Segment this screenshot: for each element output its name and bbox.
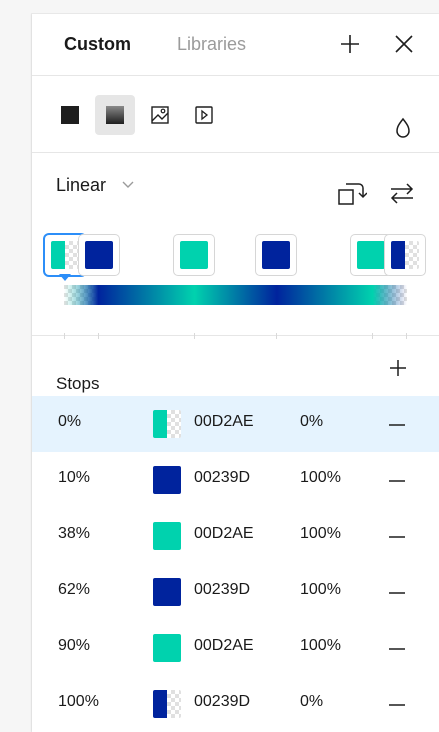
fill-picker-panel: Custom Libraries Linear Stops 0% 00D2AE …: [32, 14, 439, 732]
stop-hex-field[interactable]: 00D2AE: [194, 637, 254, 655]
image-fill-icon: [151, 106, 169, 124]
stop-position-field[interactable]: 38%: [58, 525, 90, 543]
stop-position-field[interactable]: 0%: [58, 413, 81, 431]
stop-position-field[interactable]: 62%: [58, 581, 90, 599]
add-stop-icon[interactable]: [387, 357, 409, 379]
fill-type-row: [32, 77, 439, 153]
gradient-fill-icon: [106, 106, 124, 124]
gradient-preview-bar[interactable]: [64, 285, 407, 305]
tab-custom[interactable]: Custom: [64, 34, 131, 54]
stop-color-swatch[interactable]: [153, 634, 181, 662]
remove-stop-icon[interactable]: [387, 415, 407, 435]
solid-fill-icon: [61, 106, 79, 124]
stop-hex-field[interactable]: 00239D: [194, 693, 250, 711]
selected-stop-pointer-icon: [59, 274, 71, 281]
gradient-type-dropdown[interactable]: Linear: [56, 174, 106, 196]
stop-tick: [98, 333, 99, 339]
image-fill-button[interactable]: [140, 95, 180, 135]
stop-color-swatch[interactable]: [153, 522, 181, 550]
solid-fill-button[interactable]: [50, 95, 90, 135]
stop-row[interactable]: 100% 00239D 0%: [32, 676, 439, 732]
stops-section-title: Stops: [56, 374, 100, 393]
stop-hex-field[interactable]: 00239D: [194, 469, 250, 487]
add-icon[interactable]: [336, 30, 364, 58]
chevron-down-icon[interactable]: [122, 181, 134, 189]
gradient-stop-handle[interactable]: [79, 235, 119, 275]
stop-opacity-field[interactable]: 100%: [300, 525, 341, 543]
stop-hex-field[interactable]: 00D2AE: [194, 525, 254, 543]
rotate-gradient-icon[interactable]: [337, 180, 367, 208]
remove-stop-icon[interactable]: [387, 527, 407, 547]
stop-tick: [64, 333, 65, 339]
stop-opacity-field[interactable]: 0%: [300, 693, 323, 711]
stop-opacity-field[interactable]: 100%: [300, 581, 341, 599]
stop-position-field[interactable]: 100%: [58, 693, 99, 711]
close-icon[interactable]: [390, 30, 418, 58]
remove-stop-icon[interactable]: [387, 471, 407, 491]
stop-row[interactable]: 38% 00D2AE 100%: [32, 508, 439, 564]
stop-position-field[interactable]: 90%: [58, 637, 90, 655]
stop-row[interactable]: 62% 00239D 100%: [32, 564, 439, 620]
remove-stop-icon[interactable]: [387, 639, 407, 659]
stop-row[interactable]: 0% 00D2AE 0%: [32, 396, 439, 452]
stop-position-field[interactable]: 10%: [58, 469, 90, 487]
stop-color-swatch[interactable]: [153, 410, 181, 438]
picker-header: Custom Libraries: [32, 14, 439, 76]
blend-mode-icon[interactable]: [394, 117, 412, 139]
stop-opacity-field[interactable]: 100%: [300, 469, 341, 487]
stop-tick: [406, 333, 407, 339]
stop-opacity-field[interactable]: 0%: [300, 413, 323, 431]
gradient-stop-handle[interactable]: [174, 235, 214, 275]
stop-opacity-field[interactable]: 100%: [300, 637, 341, 655]
stop-color-swatch[interactable]: [153, 578, 181, 606]
flip-gradient-icon[interactable]: [388, 180, 416, 206]
stop-tick: [194, 333, 195, 339]
video-fill-button[interactable]: [184, 95, 224, 135]
stop-tick: [372, 333, 373, 339]
stop-hex-field[interactable]: 00239D: [194, 581, 250, 599]
remove-stop-icon[interactable]: [387, 583, 407, 603]
stop-color-swatch[interactable]: [153, 690, 181, 718]
gradient-stop-handle[interactable]: [385, 235, 425, 275]
stop-hex-field[interactable]: 00D2AE: [194, 413, 254, 431]
gradient-fill-button[interactable]: [95, 95, 135, 135]
stop-color-swatch[interactable]: [153, 466, 181, 494]
remove-stop-icon[interactable]: [387, 695, 407, 715]
gradient-stop-handle[interactable]: [256, 235, 296, 275]
stop-tick: [276, 333, 277, 339]
video-fill-icon: [195, 106, 213, 124]
stop-row[interactable]: 10% 00239D 100%: [32, 452, 439, 508]
stop-row[interactable]: 90% 00D2AE 100%: [32, 620, 439, 676]
tab-libraries[interactable]: Libraries: [177, 34, 246, 54]
